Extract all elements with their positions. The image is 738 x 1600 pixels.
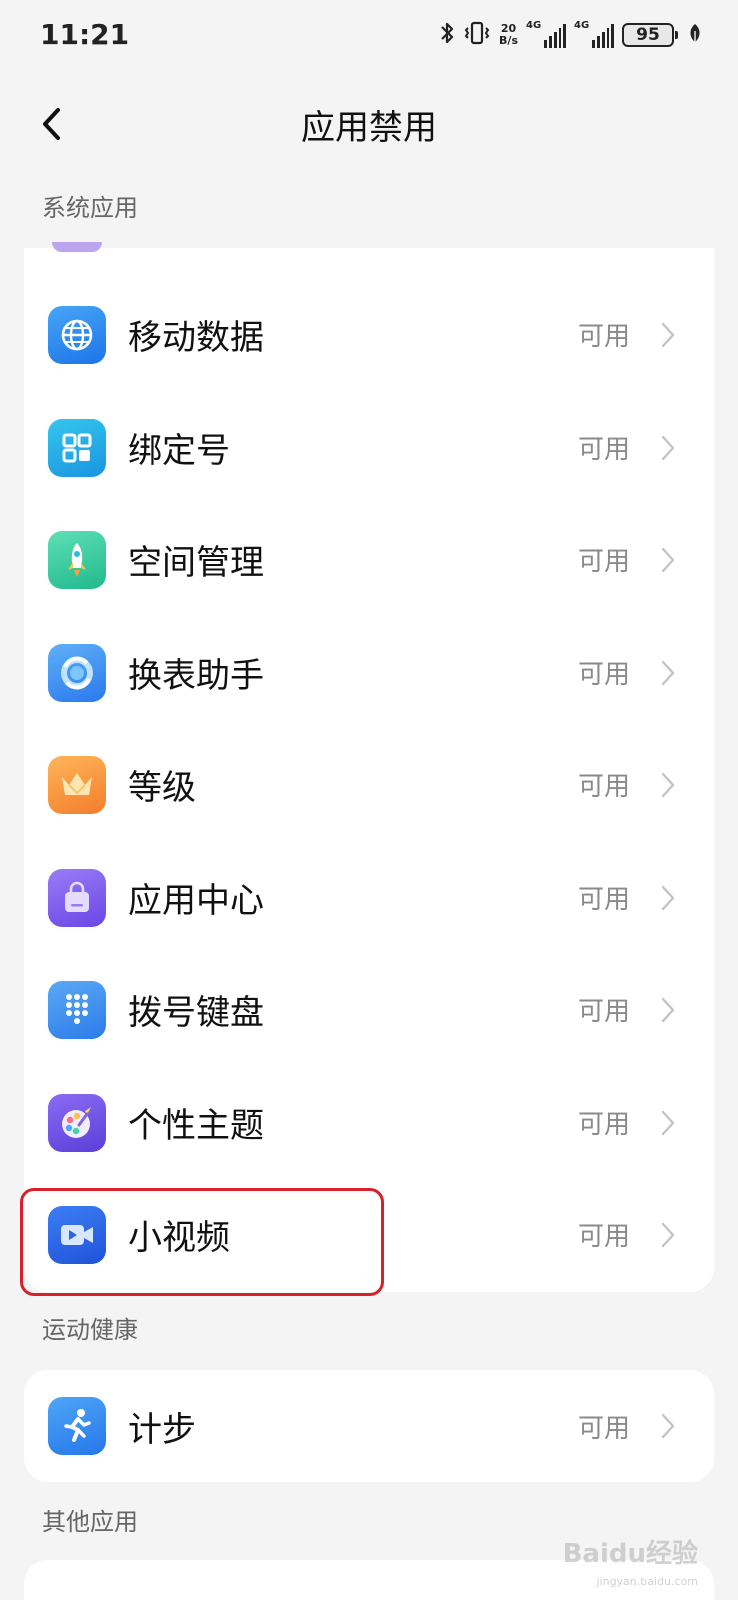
status-time: 11:21: [40, 18, 130, 51]
list-item-mobile-data[interactable]: 移动数据 可用: [24, 277, 714, 392]
chevron-right-icon: [658, 770, 678, 800]
status-bar: 11:21 20 B/s 4G 4G 95: [0, 0, 738, 72]
page-title: 应用禁用: [301, 108, 437, 148]
list-item-status: 可用: [577, 1110, 630, 1140]
list-item-bind-number[interactable]: 绑定号 可用: [24, 390, 714, 505]
watermark-sub: jingyan.baidu.com: [596, 1575, 698, 1588]
list-item-label: 拨号键盘: [128, 993, 264, 1033]
list-item-app-center[interactable]: 应用中心 可用: [24, 840, 714, 955]
list-item-label: 绑定号: [128, 431, 230, 471]
network-type-1: 4G: [526, 20, 542, 31]
chevron-right-icon: [658, 1108, 678, 1138]
list-item-label: 小视频: [128, 1218, 230, 1258]
video-icon: [48, 1205, 106, 1264]
bluetooth-icon: [439, 20, 455, 50]
list-item-status: 可用: [577, 322, 630, 352]
list-item-pedometer[interactable]: 计步 可用: [24, 1370, 714, 1482]
chevron-right-icon: [658, 995, 678, 1025]
list-item-label: 个性主题: [128, 1106, 264, 1146]
list-item-label: 空间管理: [128, 543, 264, 583]
signal-icon: 4G: [526, 20, 567, 48]
list-item-label: 计步: [128, 1409, 196, 1450]
list-item-watch-switch[interactable]: 换表助手 可用: [24, 615, 714, 730]
list-item-short-video[interactable]: 小视频 可用: [24, 1177, 714, 1292]
battery-icon: 95: [622, 23, 678, 47]
vibrate-icon: [463, 20, 491, 50]
chevron-right-icon: [658, 320, 678, 350]
chevron-right-icon: [658, 433, 678, 463]
chevron-right-icon: [658, 545, 678, 575]
network-speed: 20 B/s: [499, 23, 518, 47]
list-item-status: 可用: [577, 660, 630, 690]
crown-icon: [48, 755, 106, 814]
grid-icon: [48, 418, 106, 477]
globe-icon: [48, 305, 106, 364]
list-item-label: 等级: [128, 768, 196, 808]
list-item-status: 可用: [577, 1413, 630, 1444]
list-item-level[interactable]: 等级 可用: [24, 727, 714, 842]
watermark: Baidu经验: [562, 1539, 698, 1569]
palette-icon: [48, 1093, 106, 1152]
chevron-right-icon: [658, 1411, 678, 1441]
list-item-theme[interactable]: 个性主题 可用: [24, 1065, 714, 1180]
signal-icon-2: 4G: [574, 20, 615, 48]
section-label-sport: 运动健康: [42, 1316, 138, 1344]
section-label-other: 其他应用: [42, 1508, 138, 1536]
sport-apps-card: 计步 可用: [24, 1370, 714, 1482]
list-item-status: 可用: [577, 435, 630, 465]
dialpad-icon: [48, 980, 106, 1039]
clipped-app-icon: [52, 242, 102, 252]
chevron-right-icon: [658, 1220, 678, 1250]
chevron-right-icon: [658, 883, 678, 913]
list-item-label: 应用中心: [128, 881, 264, 921]
battery-level: 95: [636, 25, 660, 45]
list-item-label: 移动数据: [128, 318, 264, 358]
list-item-status: 可用: [577, 1222, 630, 1252]
chevron-right-icon: [658, 658, 678, 688]
speed-unit: B/s: [499, 34, 518, 47]
status-icons: 20 B/s 4G 4G 95: [439, 20, 702, 50]
system-apps-card: 移动数据 可用 绑定号 可用 空间管理 可用 换表助手 可用 等级 可用 应用中…: [24, 242, 714, 1292]
rocket-icon: [48, 530, 106, 589]
list-item-status: 可用: [577, 997, 630, 1027]
list-item-label: 换表助手: [128, 656, 264, 696]
list-item-status: 可用: [577, 547, 630, 577]
network-type-2: 4G: [574, 20, 590, 31]
header: 应用禁用: [0, 86, 738, 158]
list-item-dialpad[interactable]: 拨号键盘 可用: [24, 952, 714, 1067]
sync-icon: [48, 643, 106, 702]
running-icon: [48, 1397, 106, 1455]
leaf-icon: [688, 23, 702, 47]
section-label-system: 系统应用: [42, 194, 138, 222]
list-item-status: 可用: [577, 885, 630, 915]
list-item-storage-manage[interactable]: 空间管理 可用: [24, 502, 714, 617]
bag-icon: [48, 868, 106, 927]
list-item-status: 可用: [577, 772, 630, 802]
